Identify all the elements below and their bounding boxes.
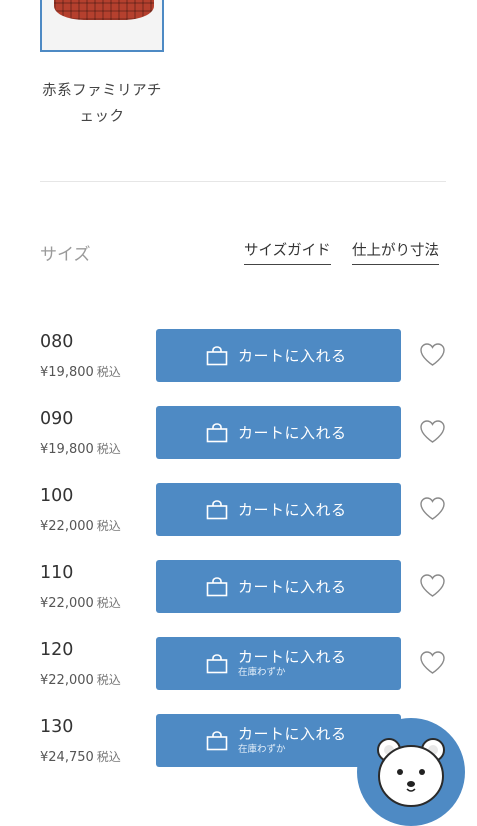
tax-label: 税込 <box>96 750 121 764</box>
size-code: 110 <box>40 563 74 583</box>
add-to-cart-button[interactable]: カートに入れる <box>156 560 401 613</box>
add-to-cart-label: カートに入れる <box>238 423 347 442</box>
price-value: ¥19,800 <box>40 442 94 457</box>
price-value: ¥22,000 <box>40 519 94 534</box>
add-to-cart-button[interactable]: カートに入れる <box>156 329 401 382</box>
tax-label: 税込 <box>96 596 121 610</box>
favorite-heart-icon[interactable] <box>419 650 446 675</box>
add-to-cart-label: カートに入れる <box>238 346 347 365</box>
price: ¥19,800 税込 <box>40 363 121 380</box>
add-to-cart-label: カートに入れる <box>238 577 347 596</box>
price: ¥24,750 税込 <box>40 748 121 765</box>
shopping-bag-icon <box>206 653 228 673</box>
add-to-cart-button[interactable]: カートに入れる 在庫わずか <box>156 637 401 690</box>
price-value: ¥22,000 <box>40 673 94 688</box>
shopping-bag-icon <box>206 576 228 596</box>
shopping-bag-icon <box>206 499 228 519</box>
size-row: 100 ¥22,000 税込 カートに入れる <box>0 483 477 539</box>
color-swatch-thumbnail[interactable] <box>40 0 164 52</box>
bear-icon <box>377 738 445 807</box>
mascot-chat-button[interactable] <box>357 718 465 826</box>
size-code: 080 <box>40 332 74 352</box>
size-code: 090 <box>40 409 74 429</box>
color-name: 赤系ファミリアチェック <box>42 83 162 125</box>
price-value: ¥24,750 <box>40 750 94 765</box>
section-divider <box>40 181 446 182</box>
tax-label: 税込 <box>96 365 121 379</box>
favorite-heart-icon[interactable] <box>419 419 446 444</box>
tax-label: 税込 <box>96 673 121 687</box>
price: ¥22,000 税込 <box>40 517 121 534</box>
size-guide-link[interactable]: サイズガイド <box>244 239 331 265</box>
favorite-heart-icon[interactable] <box>419 496 446 521</box>
measurements-link[interactable]: 仕上がり寸法 <box>352 239 439 265</box>
size-section-label: サイズ <box>40 245 91 265</box>
price-value: ¥22,000 <box>40 596 94 611</box>
favorite-heart-icon[interactable] <box>419 573 446 598</box>
size-code: 120 <box>40 640 74 660</box>
size-row: 110 ¥22,000 税込 カートに入れる <box>0 560 477 616</box>
size-row: 120 ¥22,000 税込 カートに入れる 在庫わずか <box>0 637 477 693</box>
favorite-heart-icon[interactable] <box>419 342 446 367</box>
size-code: 100 <box>40 486 74 506</box>
shopping-bag-icon <box>206 345 228 365</box>
tax-label: 税込 <box>96 519 121 533</box>
add-to-cart-label: カートに入れる <box>238 500 347 519</box>
shopping-bag-icon <box>206 422 228 442</box>
price: ¥19,800 税込 <box>40 440 121 457</box>
tax-label: 税込 <box>96 442 121 456</box>
stock-status: 在庫わずか <box>238 744 286 755</box>
add-to-cart-label: カートに入れる <box>238 648 347 666</box>
add-to-cart-label: カートに入れる <box>238 725 347 743</box>
add-to-cart-button[interactable]: カートに入れる <box>156 406 401 459</box>
shopping-bag-icon <box>206 730 228 750</box>
price: ¥22,000 税込 <box>40 594 121 611</box>
price-value: ¥19,800 <box>40 365 94 380</box>
stock-status: 在庫わずか <box>238 667 286 678</box>
size-row: 080 ¥19,800 税込 カートに入れる <box>0 329 477 385</box>
size-row: 090 ¥19,800 税込 カートに入れる <box>0 406 477 462</box>
product-thumbnail-image <box>54 0 154 20</box>
add-to-cart-button[interactable]: カートに入れる <box>156 483 401 536</box>
size-code: 130 <box>40 717 74 737</box>
price: ¥22,000 税込 <box>40 671 121 688</box>
